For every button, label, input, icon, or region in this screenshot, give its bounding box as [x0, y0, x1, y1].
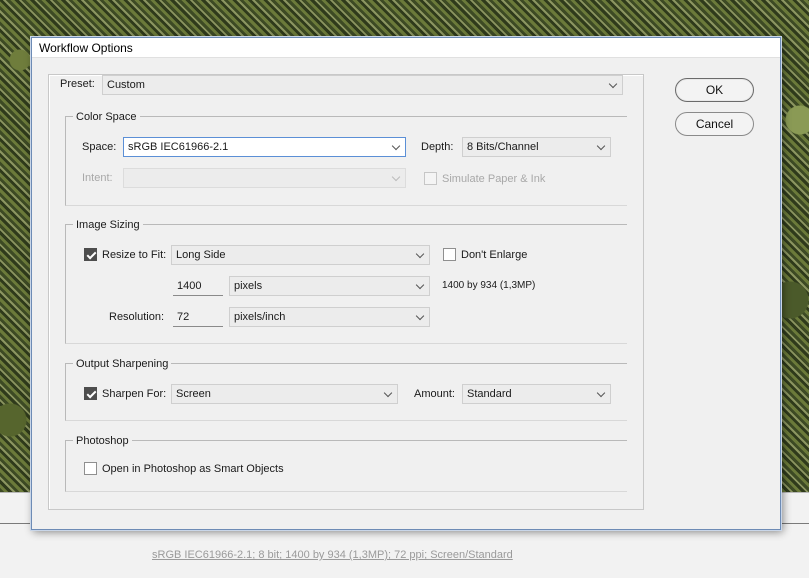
amount-label: Amount: [414, 388, 455, 400]
dont-enlarge-checkbox[interactable] [443, 248, 456, 261]
smart-objects-label: Open in Photoshop as Smart Objects [102, 463, 284, 475]
dont-enlarge-label: Don't Enlarge [461, 249, 528, 261]
resize-mode-dropdown[interactable]: Long Side [171, 245, 430, 265]
size-unit-value: pixels [234, 280, 263, 292]
resolution-label: Resolution: [109, 311, 165, 323]
preset-label: Preset: [60, 78, 95, 90]
output-sharpening-title: Output Sharpening [73, 358, 172, 370]
sharpen-for-label: Sharpen For: [102, 388, 167, 400]
depth-value: 8 Bits/Channel [467, 141, 539, 153]
resize-to-fit-label: Resize to Fit: [102, 249, 167, 261]
depth-dropdown[interactable]: 8 Bits/Channel [462, 137, 611, 157]
intent-label: Intent: [82, 172, 113, 184]
chevron-down-icon [383, 388, 393, 398]
workflow-options-dialog: Workflow Options Preset: Custom OK Cance… [31, 37, 781, 530]
chevron-down-icon [415, 280, 425, 290]
preset-value: Custom [107, 79, 145, 91]
depth-label: Depth: [421, 141, 454, 153]
chevron-down-icon [391, 141, 401, 151]
sharpen-for-checkbox[interactable] [84, 387, 97, 400]
space-dropdown[interactable]: sRGB IEC61966-2.1 [123, 137, 406, 157]
dialog-title: Workflow Options [39, 41, 133, 55]
chevron-down-icon [415, 249, 425, 259]
size-info: 1400 by 934 (1,3MP) [442, 280, 536, 291]
simulate-paper-checkbox [424, 172, 437, 185]
color-space-group [65, 116, 627, 206]
color-space-title: Color Space [73, 111, 140, 123]
preset-dropdown[interactable]: Custom [102, 75, 623, 95]
chevron-down-icon [596, 141, 606, 151]
image-sizing-title: Image Sizing [73, 219, 143, 231]
space-label: Space: [82, 141, 117, 153]
space-value: sRGB IEC61966-2.1 [128, 141, 229, 153]
intent-dropdown [123, 168, 406, 188]
long-side-input[interactable]: 1400 [173, 277, 223, 296]
resolution-input[interactable]: 72 [173, 308, 223, 327]
ok-button[interactable]: OK [675, 78, 754, 102]
sharpen-for-value: Screen [176, 388, 211, 400]
simulate-paper-label: Simulate Paper & Ink [442, 173, 546, 185]
amount-value: Standard [467, 388, 512, 400]
resize-mode-value: Long Side [176, 249, 226, 261]
size-unit-dropdown[interactable]: pixels [229, 276, 430, 296]
workflow-summary-link[interactable]: sRGB IEC61966-2.1; 8 bit; 1400 by 934 (1… [152, 549, 513, 561]
amount-dropdown[interactable]: Standard [462, 384, 611, 404]
chevron-down-icon [608, 79, 618, 89]
resolution-unit-dropdown[interactable]: pixels/inch [229, 307, 430, 327]
dialog-titlebar[interactable]: Workflow Options [32, 38, 780, 58]
chevron-down-icon [391, 172, 401, 182]
photoshop-title: Photoshop [73, 435, 132, 447]
sharpen-for-dropdown[interactable]: Screen [171, 384, 398, 404]
smart-objects-checkbox[interactable] [84, 462, 97, 475]
chevron-down-icon [415, 311, 425, 321]
resize-to-fit-checkbox[interactable] [84, 248, 97, 261]
cancel-button[interactable]: Cancel [675, 112, 754, 136]
chevron-down-icon [596, 388, 606, 398]
resolution-unit-value: pixels/inch [234, 311, 286, 323]
